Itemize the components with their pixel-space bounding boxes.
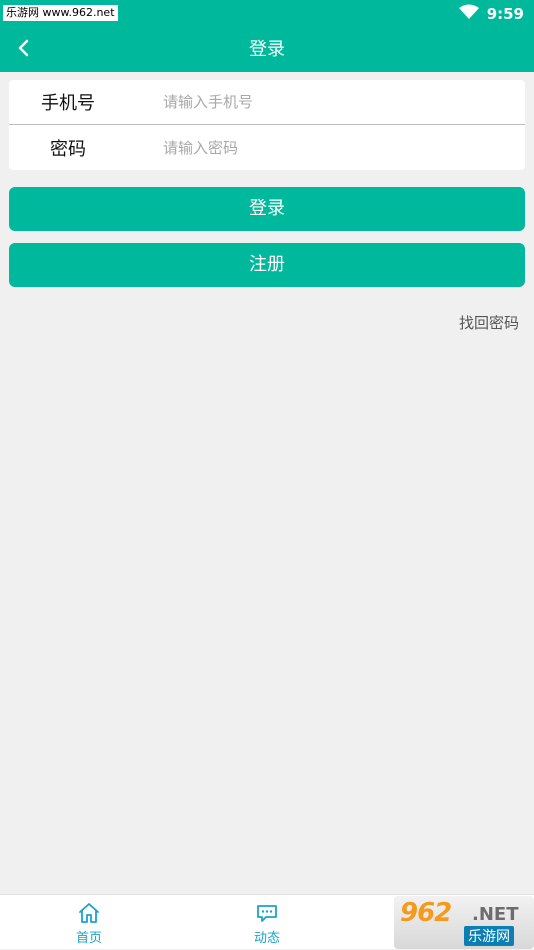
home-icon — [77, 901, 101, 925]
password-input[interactable] — [163, 138, 503, 157]
watermark-logo-suffix: .NET — [472, 904, 519, 925]
watermark-logo-name: 乐游网 — [464, 926, 514, 946]
password-label: 密码 — [50, 138, 86, 160]
chevron-left-icon — [17, 39, 31, 61]
watermark-logo-number: 962 — [400, 898, 452, 928]
tab-home-label: 首页 — [75, 931, 102, 946]
back-button[interactable] — [8, 34, 40, 66]
phone-label: 手机号 — [41, 93, 95, 114]
status-time: 9:59 — [486, 5, 524, 23]
tab-news[interactable]: 动态 — [207, 895, 327, 950]
nav-bar: 登录 — [0, 28, 534, 72]
login-button[interactable]: 登录 — [9, 187, 525, 231]
forgot-password-link[interactable]: 找回密码 — [459, 312, 519, 333]
status-indicators: 9:59 — [458, 0, 524, 28]
chat-bubble-icon — [255, 901, 279, 925]
tab-home[interactable]: 首页 — [29, 895, 149, 950]
status-bar: 乐游网 www.962.net 9:59 — [0, 0, 534, 28]
watermark-logo: 962 .NET 乐游网 — [394, 896, 534, 949]
phone-input[interactable] — [163, 93, 503, 111]
wifi-icon — [458, 4, 479, 24]
page-title: 登录 — [249, 39, 285, 60]
password-row: 密码 — [9, 125, 525, 170]
tab-news-label: 动态 — [253, 931, 280, 946]
login-form: 手机号 密码 — [9, 80, 525, 170]
phone-row: 手机号 — [9, 80, 525, 125]
register-button[interactable]: 注册 — [9, 243, 525, 287]
watermark-label: 乐游网 www.962.net — [3, 5, 118, 21]
